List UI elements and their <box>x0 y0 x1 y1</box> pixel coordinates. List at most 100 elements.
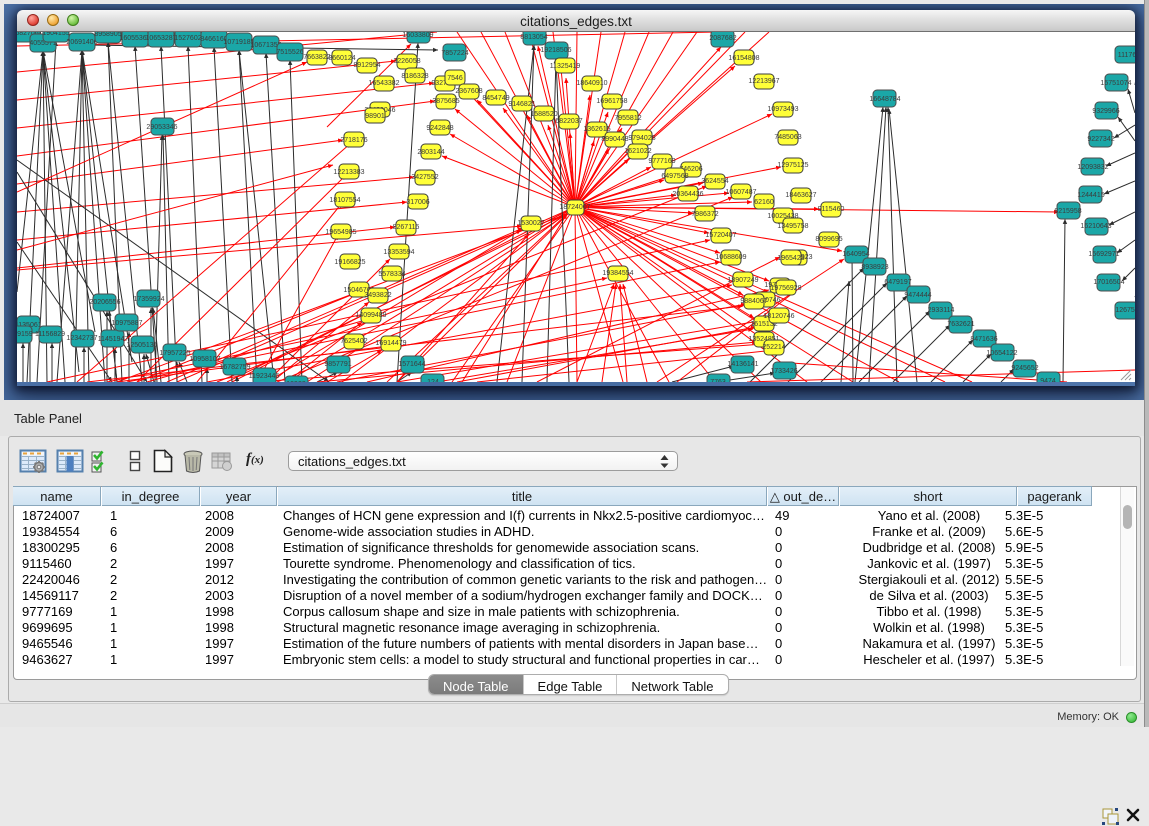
svg-text:10653287: 10653287 <box>145 35 176 42</box>
svg-text:13495758: 13495758 <box>777 223 808 230</box>
svg-text:1904155: 1904155 <box>42 32 69 37</box>
svg-text:11923446: 11923446 <box>249 373 280 380</box>
svg-text:1588520: 1588520 <box>530 111 557 118</box>
svg-text:1571644: 1571644 <box>398 361 425 368</box>
svg-text:14136141: 14136141 <box>727 361 758 368</box>
svg-text:18724007: 18724007 <box>559 204 590 211</box>
svg-text:19166825: 19166825 <box>334 259 365 266</box>
svg-text:16543382: 16543382 <box>368 80 399 87</box>
svg-text:3875685: 3875685 <box>432 98 459 105</box>
svg-text:9329966: 9329966 <box>1092 108 1119 115</box>
svg-text:8912954: 8912954 <box>353 62 380 69</box>
svg-text:20691406: 20691406 <box>66 39 97 46</box>
svg-text:9777169: 9777169 <box>648 158 675 165</box>
svg-text:19756928: 19756928 <box>770 285 801 292</box>
svg-text:1530027: 1530027 <box>517 220 544 227</box>
svg-text:11156829: 11156829 <box>35 331 65 338</box>
svg-text:11176: 11176 <box>1118 52 1135 59</box>
svg-text:9146821: 9146821 <box>508 101 535 108</box>
svg-text:6822037: 6822037 <box>555 118 582 125</box>
svg-text:8267115: 8267115 <box>393 224 420 231</box>
svg-text:317006: 317006 <box>406 199 429 206</box>
svg-text:20364436: 20364436 <box>672 191 703 198</box>
svg-text:11325419: 11325419 <box>550 63 581 70</box>
svg-text:3226058: 3226058 <box>393 58 420 65</box>
svg-text:9245652: 9245652 <box>1011 365 1038 372</box>
svg-text:1527602: 1527602 <box>174 35 201 42</box>
svg-text:17359924: 17359924 <box>133 296 164 303</box>
svg-text:124: 124 <box>427 379 439 382</box>
svg-text:15720407: 15720407 <box>705 232 736 239</box>
svg-text:15692971: 15692971 <box>1088 251 1119 258</box>
svg-text:16914479: 16914479 <box>375 340 406 347</box>
svg-text:16210643: 16210643 <box>1080 223 1111 230</box>
svg-text:7546: 7546 <box>447 75 463 82</box>
svg-text:18463627: 18463627 <box>785 192 816 199</box>
svg-text:29053346: 29053346 <box>146 124 177 131</box>
svg-text:8813054: 8813054 <box>520 34 547 41</box>
svg-text:6479197: 6479197 <box>884 279 911 286</box>
svg-text:7955812: 7955812 <box>614 115 641 122</box>
svg-text:12975125: 12975125 <box>777 162 808 169</box>
svg-text:19384554: 19384554 <box>602 270 633 277</box>
svg-text:62160: 62160 <box>754 199 774 206</box>
svg-text:20206556: 20206556 <box>89 299 120 306</box>
svg-text:13353594: 13353594 <box>383 249 414 256</box>
svg-text:7663822: 7663822 <box>303 54 330 61</box>
svg-text:12093832: 12093832 <box>1077 164 1108 171</box>
svg-text:126753: 126753 <box>1115 307 1135 314</box>
svg-text:18107554: 18107554 <box>329 197 360 204</box>
svg-text:10688609: 10688609 <box>715 254 746 261</box>
svg-text:14099489: 14099489 <box>355 312 386 319</box>
svg-text:5578334: 5578334 <box>378 271 405 278</box>
svg-text:10958107: 10958107 <box>189 356 220 363</box>
svg-text:16648784: 16648784 <box>869 96 900 103</box>
svg-text:9474: 9474 <box>1040 378 1056 382</box>
svg-text:12213383: 12213383 <box>333 169 364 176</box>
svg-text:7632621: 7632621 <box>947 321 974 328</box>
svg-text:1733426: 1733426 <box>770 368 797 375</box>
svg-text:7515526: 7515526 <box>276 49 303 56</box>
svg-text:10973493: 10973493 <box>767 106 798 113</box>
svg-text:17957225: 17957225 <box>159 350 190 357</box>
svg-text:8660124: 8660124 <box>328 55 355 62</box>
svg-text:8215958: 8215958 <box>1054 208 1081 215</box>
svg-text:1244415: 1244415 <box>1077 192 1104 199</box>
svg-text:9474444: 9474444 <box>904 292 931 299</box>
svg-text:252214: 252214 <box>762 344 785 351</box>
svg-text:8099695: 8099695 <box>815 236 842 243</box>
svg-text:19218506: 19218506 <box>540 47 571 54</box>
svg-text:6497568: 6497568 <box>661 173 688 180</box>
svg-text:18120746: 18120746 <box>763 313 794 320</box>
svg-text:3624554: 3624554 <box>701 178 728 185</box>
svg-text:8990448: 8990448 <box>601 136 628 143</box>
svg-text:2803144: 2803144 <box>417 149 444 156</box>
svg-text:8186328: 8186328 <box>401 73 428 80</box>
svg-text:2718176: 2718176 <box>340 137 367 144</box>
svg-text:1621022: 1621022 <box>624 148 651 155</box>
svg-text:7857224: 7857224 <box>441 50 468 57</box>
svg-text:17016504: 17016504 <box>1093 279 1124 286</box>
svg-text:12505135: 12505135 <box>126 342 157 349</box>
svg-text:3493822: 3493822 <box>364 292 391 299</box>
svg-text:16961758: 16961758 <box>596 98 627 105</box>
svg-text:9115460: 9115460 <box>818 206 845 213</box>
svg-text:8454749: 8454749 <box>482 95 509 102</box>
svg-text:8471636: 8471636 <box>970 336 997 343</box>
svg-text:19654985: 19654985 <box>325 229 356 236</box>
svg-text:8958905: 8958905 <box>94 32 121 38</box>
svg-text:8938923: 8938923 <box>861 264 888 271</box>
svg-text:12213967: 12213967 <box>748 78 779 85</box>
svg-text:9857791: 9857791 <box>324 361 351 368</box>
svg-text:16154808: 16154808 <box>728 55 759 62</box>
svg-text:1965423: 1965423 <box>777 255 804 262</box>
svg-text:9227342: 9227342 <box>1087 136 1114 143</box>
svg-text:9242848: 9242848 <box>426 125 453 132</box>
svg-text:10607487: 10607487 <box>725 189 756 196</box>
svg-text:939159: 939159 <box>17 331 33 338</box>
svg-text:1640954: 1640954 <box>842 251 869 258</box>
svg-text:7763: 7763 <box>710 379 726 382</box>
svg-text:10923: 10923 <box>286 381 306 382</box>
svg-text:98901: 98901 <box>365 113 385 120</box>
svg-text:2933114: 2933114 <box>928 307 955 314</box>
